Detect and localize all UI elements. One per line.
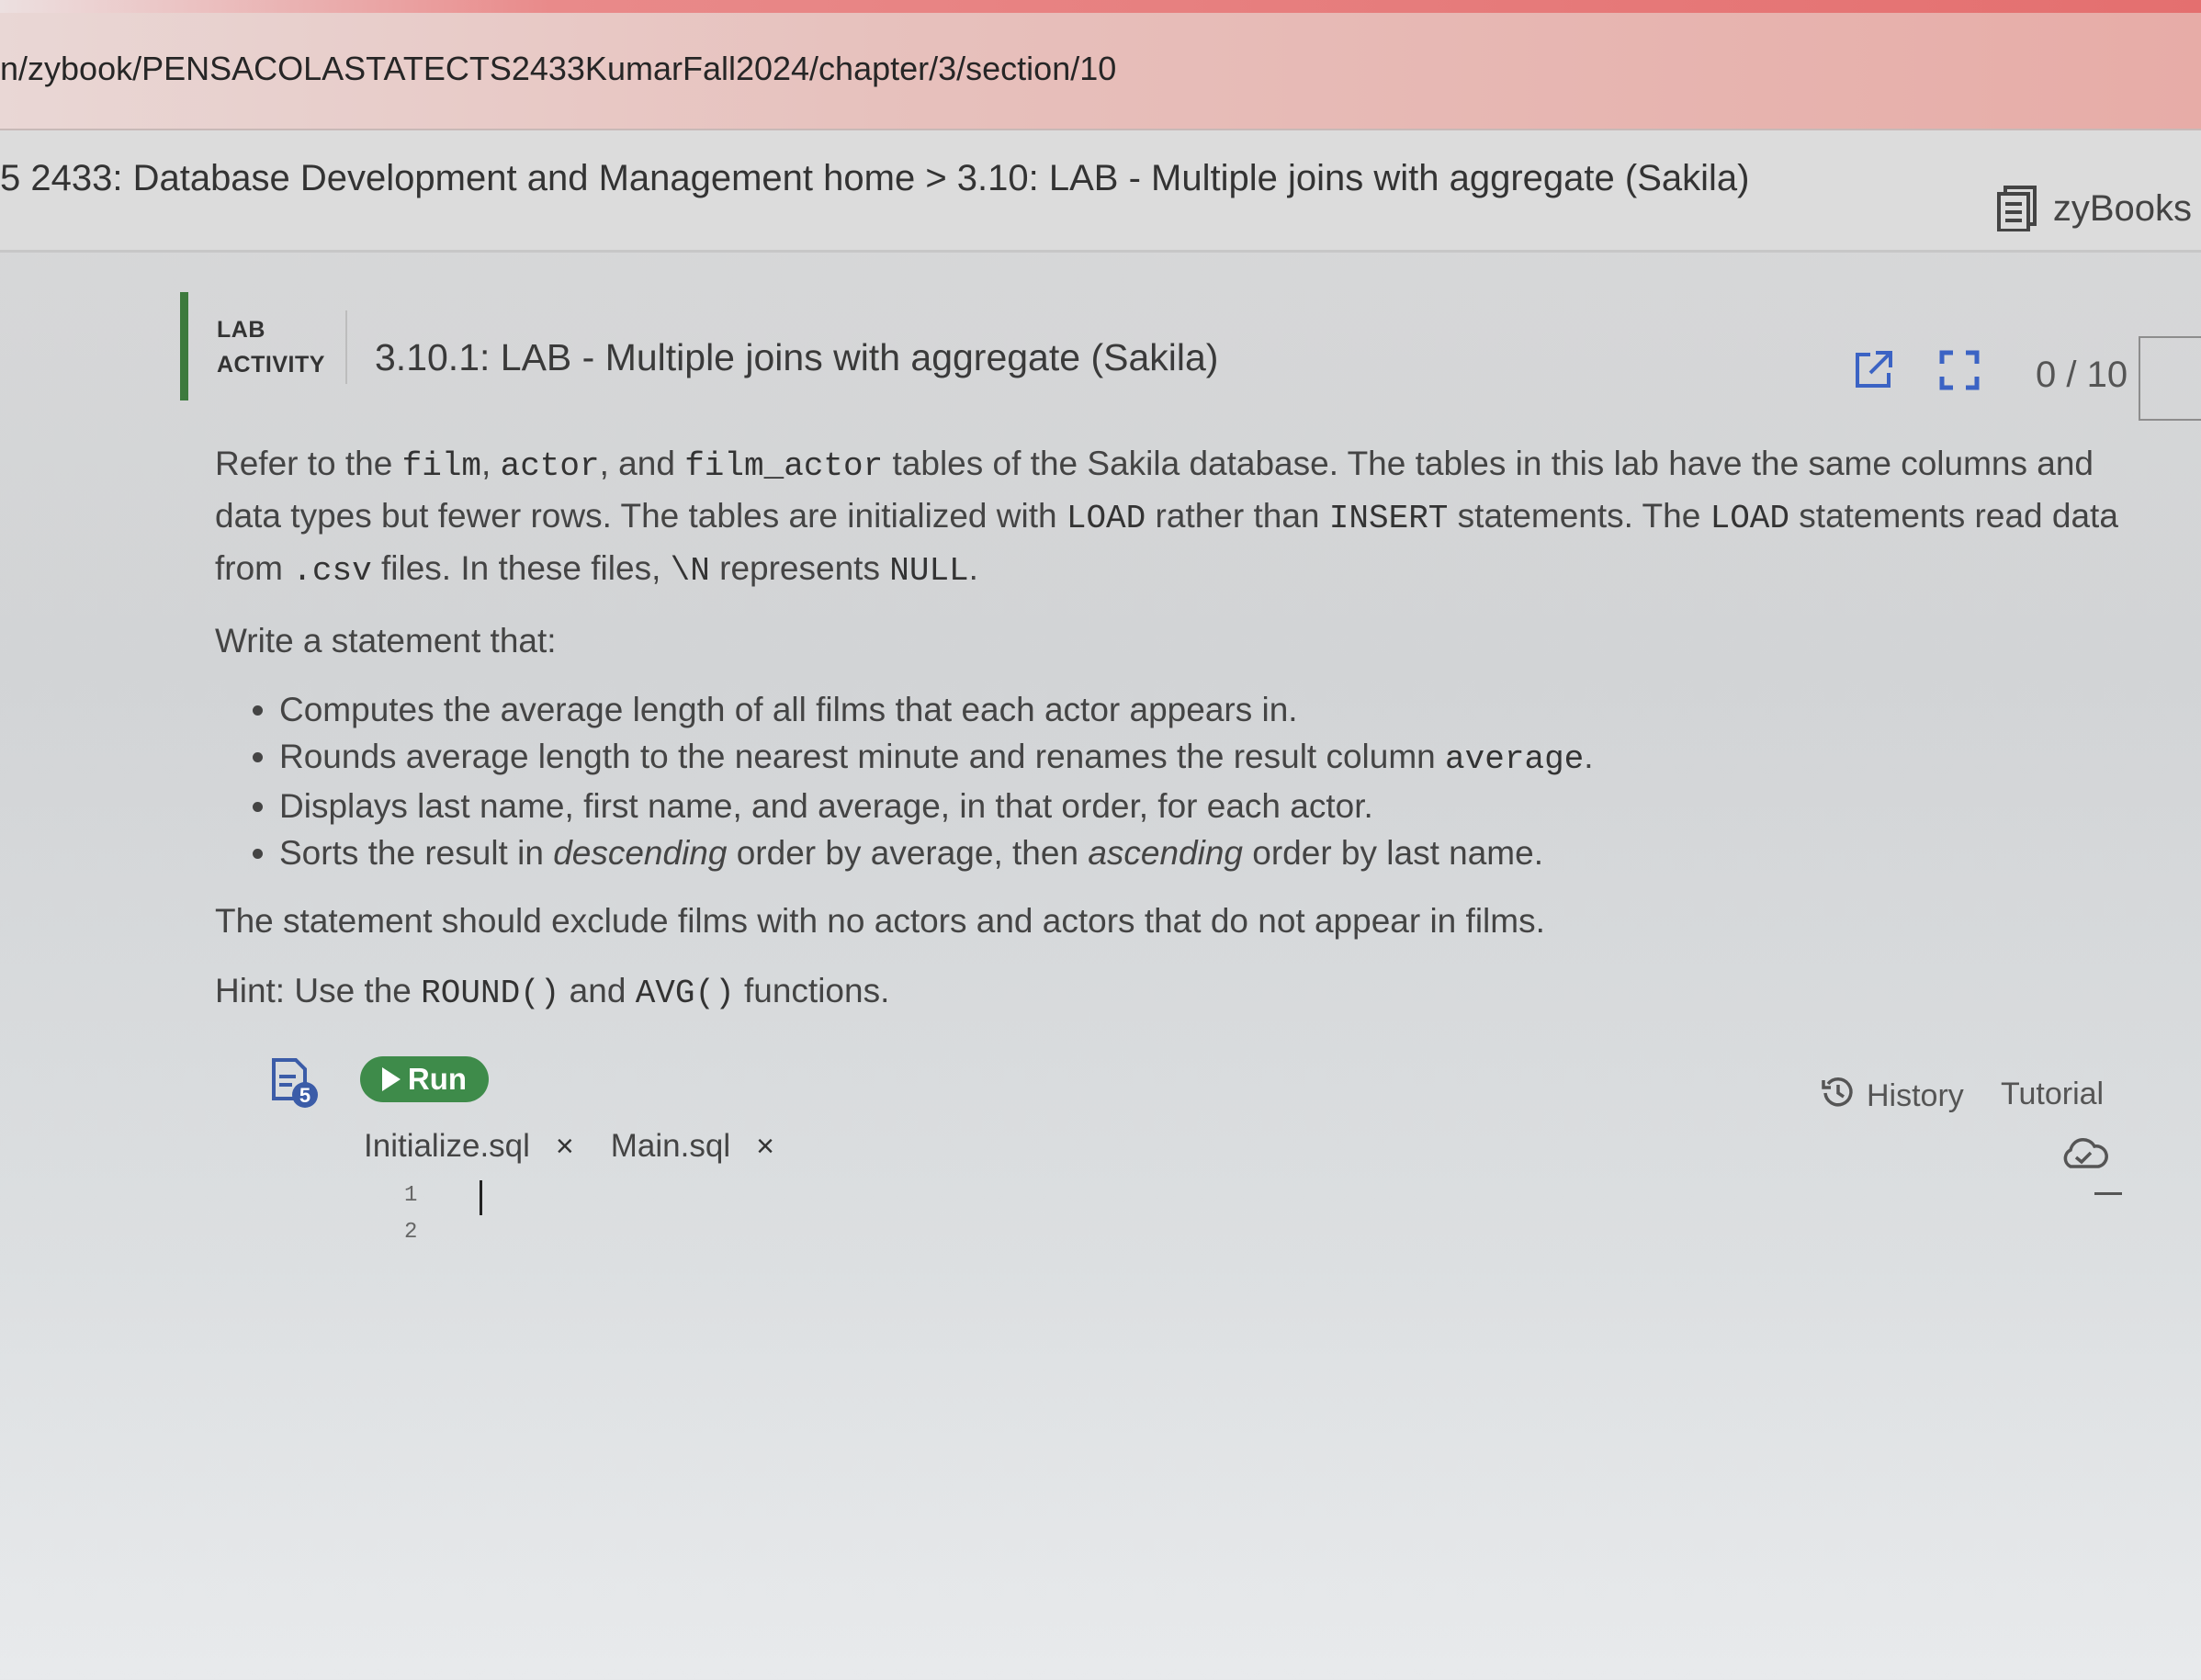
list-item: Displays last name, first name, and aver… xyxy=(279,783,2162,829)
line-number: 2 xyxy=(404,1220,418,1245)
score-display: 0 / 10 xyxy=(2036,355,2128,395)
close-icon[interactable]: × xyxy=(756,1129,774,1165)
browser-top-strip xyxy=(0,0,2201,13)
activity-icons xyxy=(1852,349,1981,391)
list-item: Sorts the result in descending order by … xyxy=(279,829,2162,876)
intro-paragraph: Refer to the film, actor, and film_actor… xyxy=(215,445,2118,590)
activity-accent-bar xyxy=(180,292,188,400)
list-item: Rounds average length to the nearest min… xyxy=(279,733,2162,783)
instructions: Refer to the film, actor, and film_actor… xyxy=(215,439,2162,1039)
close-icon[interactable]: × xyxy=(556,1129,574,1165)
tab-initialize-sql[interactable]: Initialize.sql × xyxy=(364,1128,574,1165)
text-cursor[interactable] xyxy=(480,1180,482,1215)
book-icon xyxy=(1996,186,2038,231)
fullscreen-icon[interactable] xyxy=(1938,349,1981,391)
files-icon[interactable]: 5 xyxy=(268,1056,323,1116)
brand-label: zyBooks xyxy=(2052,187,2192,229)
code-editor-gutter: 1 2 xyxy=(404,1178,417,1251)
url-text[interactable]: n/zybook/PENSACOLASTATECTS2433KumarFall2… xyxy=(0,50,1116,88)
exclusion-note: The statement should exclude films with … xyxy=(215,902,1545,940)
run-button[interactable]: Run xyxy=(360,1056,489,1102)
requirements-list: Computes the average length of all films… xyxy=(279,686,2162,876)
history-icon xyxy=(1821,1075,1856,1118)
activity-title: 3.10.1: LAB - Multiple joins with aggreg… xyxy=(375,336,1219,378)
zybooks-nav-bar: 5 2433: Database Development and Managem… xyxy=(0,130,2201,253)
browser-address-bar[interactable]: n/zybook/PENSACOLASTATECTS2433KumarFall2… xyxy=(0,13,2201,130)
history-button[interactable]: History xyxy=(1821,1075,1964,1118)
cloud-save-icon[interactable] xyxy=(2058,1135,2109,1178)
tutorial-link[interactable]: Tutorial xyxy=(2001,1077,2104,1112)
zybooks-brand[interactable]: zyBooks xyxy=(1996,186,2192,231)
editor-toolbar: 5 Run History Tutorial xyxy=(268,1056,2104,1121)
breadcrumb[interactable]: 5 2433: Database Development and Managem… xyxy=(0,158,1749,199)
list-item: Computes the average length of all films… xyxy=(279,686,2162,733)
minimize-icon[interactable] xyxy=(2094,1192,2122,1195)
header-divider xyxy=(345,310,347,384)
completion-box xyxy=(2139,336,2201,421)
editor-tabs: Initialize.sql × Main.sql × xyxy=(364,1128,774,1165)
play-icon xyxy=(381,1067,401,1091)
lab-activity-label: LAB ACTIVITY xyxy=(217,317,325,378)
open-external-icon[interactable] xyxy=(1852,349,1894,391)
lab-activity-header: LAB ACTIVITY 3.10.1: LAB - Multiple join… xyxy=(180,292,2201,421)
file-count-badge: 5 xyxy=(299,1084,310,1107)
task-intro: Write a statement that: xyxy=(215,622,557,660)
tab-main-sql[interactable]: Main.sql × xyxy=(611,1128,774,1165)
line-number: 1 xyxy=(404,1183,418,1208)
hint: Hint: Use the ROUND() and AVG() function… xyxy=(215,972,890,1012)
